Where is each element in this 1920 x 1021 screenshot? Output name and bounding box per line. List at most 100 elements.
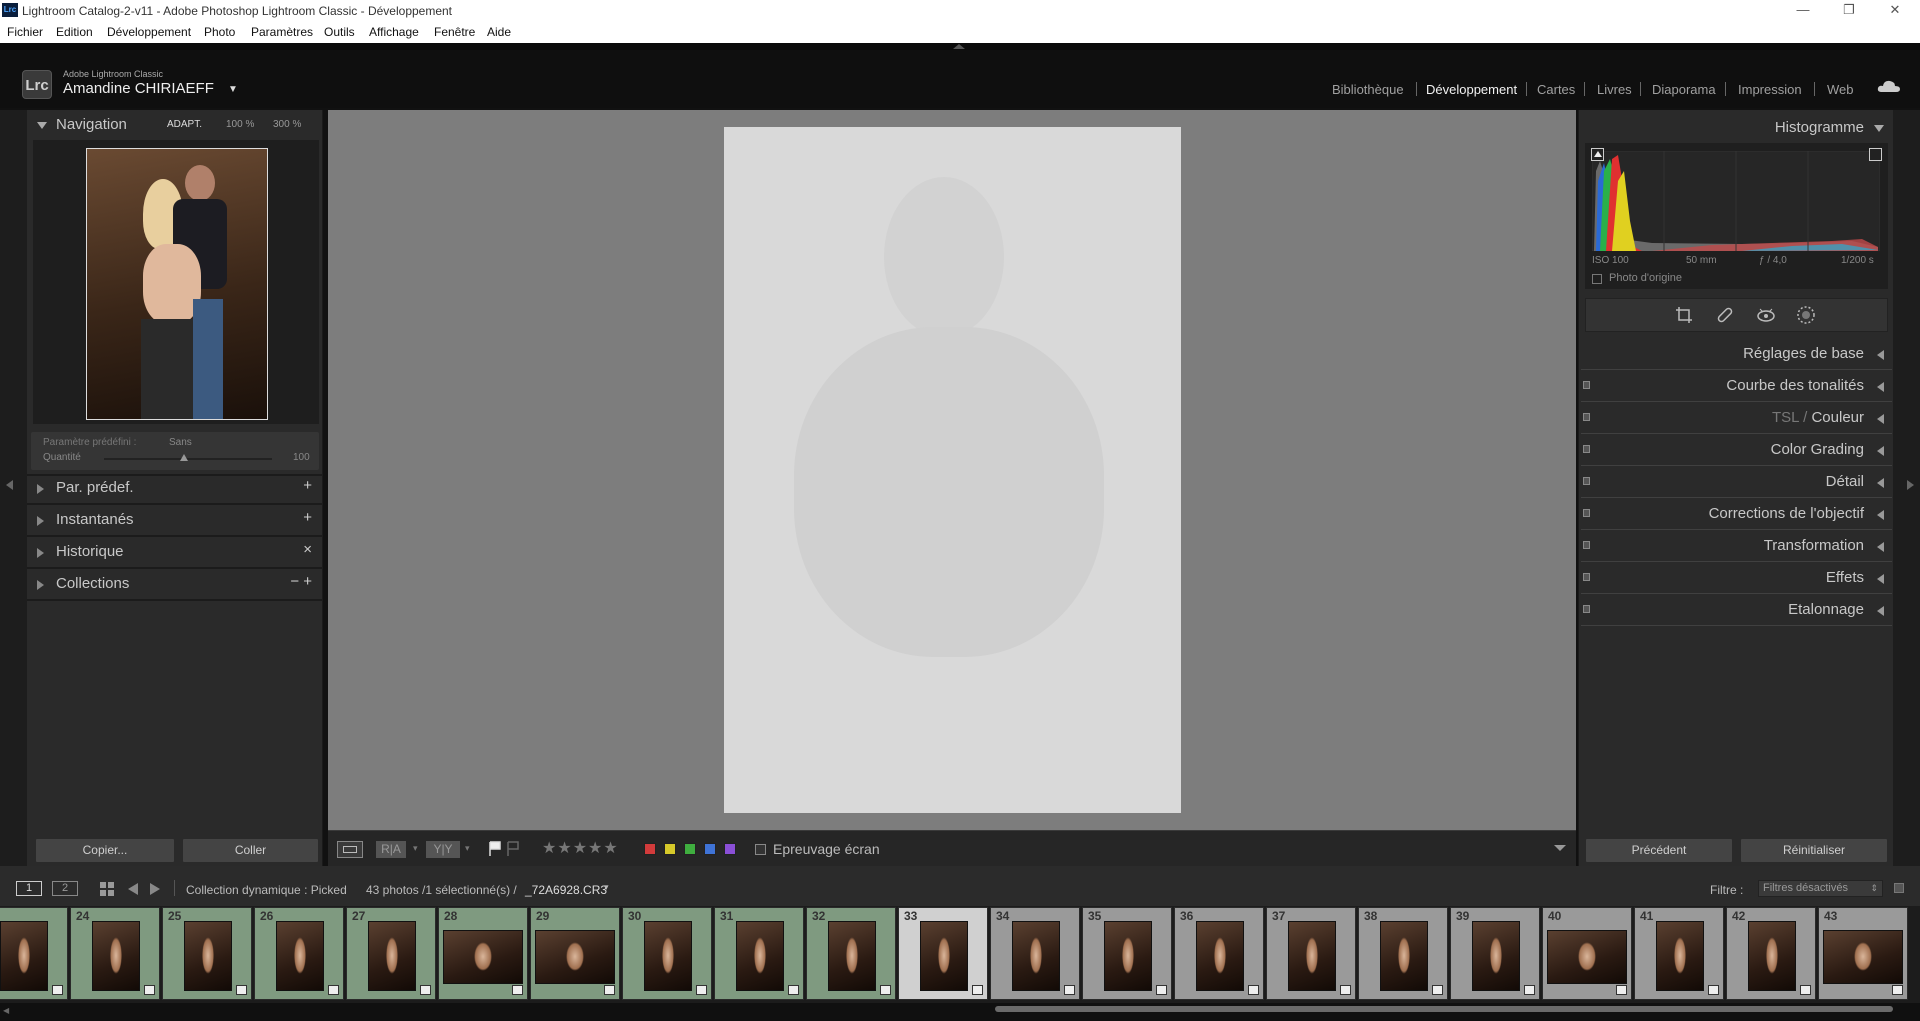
filmstrip-thumbnail[interactable]: 30: [622, 907, 712, 1000]
amount-slider-track[interactable]: [104, 458, 272, 460]
cloud-icon[interactable]: [1877, 79, 1901, 93]
current-filename[interactable]: _72A6928.CR3: [525, 883, 607, 897]
clear-history-button[interactable]: ×: [303, 541, 312, 558]
crop-icon[interactable]: [1675, 306, 1693, 324]
module-diaporama[interactable]: Diaporama: [1652, 82, 1716, 97]
menu-parametres[interactable]: Paramètres: [251, 25, 313, 39]
module-cartes[interactable]: Cartes: [1537, 82, 1575, 97]
menu-photo[interactable]: Photo: [204, 25, 235, 39]
softproof-checkbox[interactable]: [755, 844, 766, 855]
triangle-left-icon[interactable]: ◀: [3, 1006, 9, 1015]
highlight-clipping-toggle[interactable]: [1869, 148, 1882, 161]
reset-button[interactable]: Réinitialiser: [1740, 838, 1888, 863]
caret-down-icon[interactable]: ▾: [413, 843, 418, 854]
main-photo[interactable]: [724, 127, 1181, 813]
menu-outils[interactable]: Outils: [324, 25, 355, 39]
section-toggle-switch[interactable]: [1583, 413, 1590, 421]
color-label-swatch[interactable]: [724, 843, 736, 855]
forward-arrow-icon[interactable]: [150, 883, 160, 895]
filmstrip[interactable]: 24 25 26 27 28 29 30 31 32 33 34 35 36 37 38 39 40 41 42 43: [0, 906, 1920, 1003]
collections-header[interactable]: Collections − +: [27, 572, 322, 598]
histogram-header[interactable]: Histogramme: [1579, 113, 1894, 141]
section-toggle-switch[interactable]: [1583, 381, 1590, 389]
menu-fenetre[interactable]: Fenêtre: [434, 25, 475, 39]
histogram-graph[interactable]: [1592, 151, 1880, 251]
flag-icon[interactable]: [489, 841, 501, 857]
grid-icon[interactable]: [100, 882, 114, 896]
section-header[interactable]: Détail: [1579, 468, 1894, 498]
section-header[interactable]: Etalonnage: [1579, 596, 1894, 626]
filmstrip-thumbnail[interactable]: 42: [1726, 907, 1816, 1000]
caret-down-icon[interactable]: ▾: [465, 843, 470, 854]
shadow-clipping-toggle[interactable]: [1591, 148, 1604, 161]
filmstrip-thumbnail[interactable]: 35: [1082, 907, 1172, 1000]
back-arrow-icon[interactable]: [128, 883, 138, 895]
section-prefix[interactable]: TSL /: [1772, 409, 1811, 426]
caret-down-icon[interactable]: ▼: [228, 84, 238, 95]
module-bibliotheque[interactable]: Bibliothèque: [1332, 82, 1404, 97]
filmstrip-scroll-knob[interactable]: [995, 1006, 1893, 1012]
amount-slider-thumb[interactable]: [180, 454, 188, 461]
section-header[interactable]: Réglages de base: [1579, 340, 1894, 370]
main-window-button[interactable]: 1: [16, 881, 42, 896]
filmstrip-thumbnail[interactable]: 34: [990, 907, 1080, 1000]
filmstrip-thumbnail[interactable]: 37: [1266, 907, 1356, 1000]
section-header[interactable]: Transformation: [1579, 532, 1894, 562]
before-after-swap-button[interactable]: Y|Y: [426, 841, 460, 858]
right-panel-toggle[interactable]: [1893, 110, 1920, 866]
collections-add-remove-buttons[interactable]: − +: [290, 573, 312, 590]
presets-header[interactable]: Par. prédef. +: [27, 476, 322, 502]
section-toggle-switch[interactable]: [1583, 573, 1590, 581]
filmstrip-thumbnail[interactable]: 43: [1818, 907, 1908, 1000]
module-web[interactable]: Web: [1827, 82, 1854, 97]
close-window-button[interactable]: ✕: [1872, 2, 1918, 18]
color-label-swatch[interactable]: [704, 843, 716, 855]
section-header[interactable]: Corrections de l'objectif: [1579, 500, 1894, 530]
section-header[interactable]: TSL / Couleur: [1579, 404, 1894, 434]
section-toggle-switch[interactable]: [1583, 541, 1590, 549]
filmstrip-thumbnail[interactable]: 26: [254, 907, 344, 1000]
section-toggle-switch[interactable]: [1583, 445, 1590, 453]
original-photo-checkbox[interactable]: [1592, 274, 1602, 284]
filmstrip-thumbnail[interactable]: 38: [1358, 907, 1448, 1000]
copy-settings-button[interactable]: Copier...: [35, 838, 175, 863]
menu-fichier[interactable]: Fichier: [7, 25, 43, 39]
secondary-window-button[interactable]: 2: [52, 881, 78, 896]
minimize-button[interactable]: —: [1780, 2, 1826, 17]
filter-lock-icon[interactable]: [1894, 883, 1904, 893]
menu-affichage[interactable]: Affichage: [369, 25, 419, 39]
snapshots-header[interactable]: Instantanés +: [27, 508, 322, 534]
filmstrip-thumbnail[interactable]: 32: [806, 907, 896, 1000]
preset-value[interactable]: Sans: [169, 437, 192, 448]
image-viewport[interactable]: [328, 110, 1576, 830]
filmstrip-thumbnail[interactable]: 39: [1450, 907, 1540, 1000]
filmstrip-thumbnail[interactable]: 25: [162, 907, 252, 1000]
section-toggle-switch[interactable]: [1583, 605, 1590, 613]
history-header[interactable]: Historique ×: [27, 540, 322, 566]
section-header[interactable]: Effets: [1579, 564, 1894, 594]
filmstrip-thumbnail[interactable]: 31: [714, 907, 804, 1000]
red-eye-icon[interactable]: [1756, 306, 1776, 324]
filmstrip-thumbnail[interactable]: 24: [70, 907, 160, 1000]
maximize-button[interactable]: ❐: [1826, 2, 1872, 18]
filmstrip-thumbnail[interactable]: 29: [530, 907, 620, 1000]
healing-icon[interactable]: [1716, 306, 1734, 324]
navigator-header[interactable]: Navigation ADAPT. 100 % 300 %: [27, 113, 322, 139]
menu-aide[interactable]: Aide: [487, 25, 511, 39]
filter-select[interactable]: Filtres désactivés ⇕: [1758, 880, 1883, 897]
color-label-swatch[interactable]: [664, 843, 676, 855]
module-developpement[interactable]: Développement: [1426, 82, 1517, 97]
before-after-button[interactable]: R|A: [376, 841, 406, 858]
filmstrip-thumbnail[interactable]: 33: [898, 907, 988, 1000]
masking-icon[interactable]: [1796, 305, 1816, 325]
zoom-fit-option[interactable]: ADAPT.: [167, 119, 202, 130]
navigator-thumbnail[interactable]: [86, 148, 268, 420]
section-toggle-switch[interactable]: [1583, 477, 1590, 485]
reject-flag-icon[interactable]: [507, 841, 519, 857]
filmstrip-thumbnail[interactable]: 41: [1634, 907, 1724, 1000]
user-name[interactable]: Amandine CHIRIAEFF: [63, 80, 214, 97]
add-preset-button[interactable]: +: [303, 477, 312, 494]
left-panel-toggle[interactable]: [0, 110, 27, 866]
module-livres[interactable]: Livres: [1597, 82, 1632, 97]
filmstrip-scrollbar[interactable]: ◀: [0, 1003, 1920, 1021]
